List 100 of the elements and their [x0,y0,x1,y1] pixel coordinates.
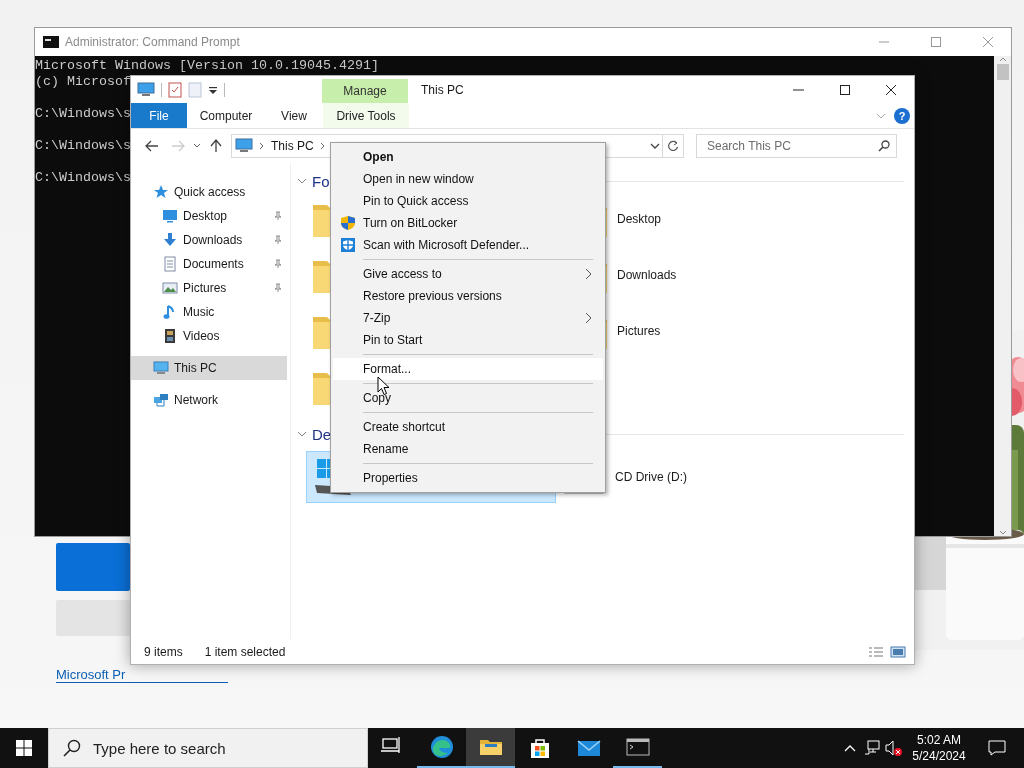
network-icon[interactable] [864,740,880,756]
shield-icon [340,215,356,231]
menu-item[interactable]: 7-Zip [333,307,603,329]
search-field[interactable]: Search This PC [696,134,897,158]
item-label[interactable]: Desktop [617,212,662,226]
expand-ribbon-icon[interactable] [876,112,886,119]
menu-item[interactable]: Create shortcut [333,416,603,438]
navigation-item[interactable]: Downloads [131,228,287,252]
scroll-down-icon[interactable] [998,530,1007,536]
item-count: 9 items [144,644,183,659]
menu-item[interactable]: Give access to [333,263,603,285]
privacy-link[interactable]: Microsoft Pr [56,667,228,683]
pin-icon [273,283,283,293]
download-arrow-icon [162,232,178,248]
search-icon [878,140,890,152]
network-icon [153,392,169,408]
menu-item[interactable]: Scan with Microsoft Defender... [333,234,603,256]
menu-item[interactable]: Rename [333,438,603,460]
clock-date: 5/24/2024 [912,748,966,764]
clock-time: 5:02 AM [917,732,961,748]
refresh-button[interactable] [662,134,684,158]
terminal-icon [43,36,59,48]
help-button[interactable]: ? [894,107,910,124]
item-label[interactable]: CD Drive (D:) [615,470,687,484]
console-line: C:\Windows\s [35,105,131,122]
menu-item[interactable]: Properties [333,467,603,489]
customize-dropdown-icon[interactable] [208,84,218,95]
windows-logo-icon [16,740,32,756]
picture-icon [162,280,178,296]
pin-icon [273,259,283,269]
breadcrumb[interactable]: This PC [271,139,314,153]
group-header[interactable]: De [312,425,332,443]
menu-item[interactable]: Pin to Quick access [333,190,603,212]
film-icon [162,328,178,344]
menu-item[interactable]: Format... [333,358,603,380]
menu-item[interactable]: Open in new window [333,168,603,190]
taskbar-app-button[interactable] [466,728,515,768]
chevron-icon [319,142,326,150]
chevron-icon [259,142,265,150]
computer-icon [235,138,253,154]
scroll-thumb[interactable] [996,64,1009,80]
desktop-icon [162,208,178,224]
window-title: Administrator: Command Prompt [65,35,240,49]
console-line: (c) Microsof [35,74,131,90]
large-icons-view-icon[interactable] [890,645,906,658]
context-tab[interactable]: Manage [322,79,408,103]
menu-item[interactable]: Copy [333,387,603,409]
ribbon-tab[interactable]: View [265,103,323,128]
scroll-up-icon[interactable] [998,56,1007,62]
menu-item[interactable]: Open [333,146,603,168]
file-menu-button[interactable]: File [131,103,187,128]
search-input[interactable]: Type here to search [91,738,367,758]
navigation-item[interactable]: Videos [131,324,287,348]
browser-icon [429,735,454,759]
clock[interactable]: 5:02 AM 5/24/2024 [909,732,969,764]
show-hidden-icons-icon[interactable] [844,744,856,752]
maximize-icon [839,83,851,96]
console-line: C:\Windows\s [35,169,131,186]
scrollbar[interactable] [994,56,1011,536]
address-dropdown-icon[interactable] [650,143,660,149]
search-field[interactable]: Type here to search [48,728,368,768]
menu-item[interactable]: Pin to Start [333,329,603,351]
search-icon [63,739,81,757]
muted-speaker-icon[interactable] [885,740,903,756]
pin-icon [273,211,283,221]
menu-item[interactable]: Turn on BitLocker [333,212,603,234]
recent-dropdown-icon[interactable] [193,143,201,149]
navigation-item[interactable]: Desktop [131,204,287,228]
menu-item[interactable]: Restore previous versions [333,285,603,307]
search-input[interactable]: Search This PC [705,138,878,154]
computer-icon [153,360,169,376]
computer-icon[interactable] [137,81,155,98]
speech-bubble-icon [988,740,1006,756]
back-icon[interactable] [145,140,159,152]
navigation-item[interactable]: This PC [131,356,287,380]
item-label[interactable]: Pictures [617,324,661,338]
collapse-chevron-icon[interactable] [297,177,307,185]
up-icon[interactable] [210,139,222,153]
refresh-icon [667,140,679,152]
close-icon [885,83,897,96]
console-line: C:\Windows\s [35,137,131,154]
defender-shield-icon [340,237,356,253]
star-icon [153,184,169,200]
selection-count: 1 item selected [204,644,286,659]
pin-icon [273,235,283,245]
document-icon [162,256,178,272]
navigation-item[interactable]: Music [131,300,287,324]
navigation-item[interactable]: Quick access [131,180,287,204]
navigation-item[interactable]: Documents [131,252,287,276]
navigation-item[interactable]: Network [131,388,287,412]
console-line: Microsoft Windows [Version 10.0.19045.4291] [35,58,379,74]
ribbon-tab[interactable]: Computer [187,103,265,128]
item-label[interactable]: Downloads [617,268,677,282]
navigation-item[interactable]: Pictures [131,276,287,300]
window-title: This PC [420,81,464,99]
maximize-icon [930,36,942,48]
group-header[interactable]: Fo [312,172,330,190]
terminal-icon [625,735,650,759]
collapse-chevron-icon[interactable] [297,430,307,438]
checklist-icon[interactable] [168,81,182,98]
